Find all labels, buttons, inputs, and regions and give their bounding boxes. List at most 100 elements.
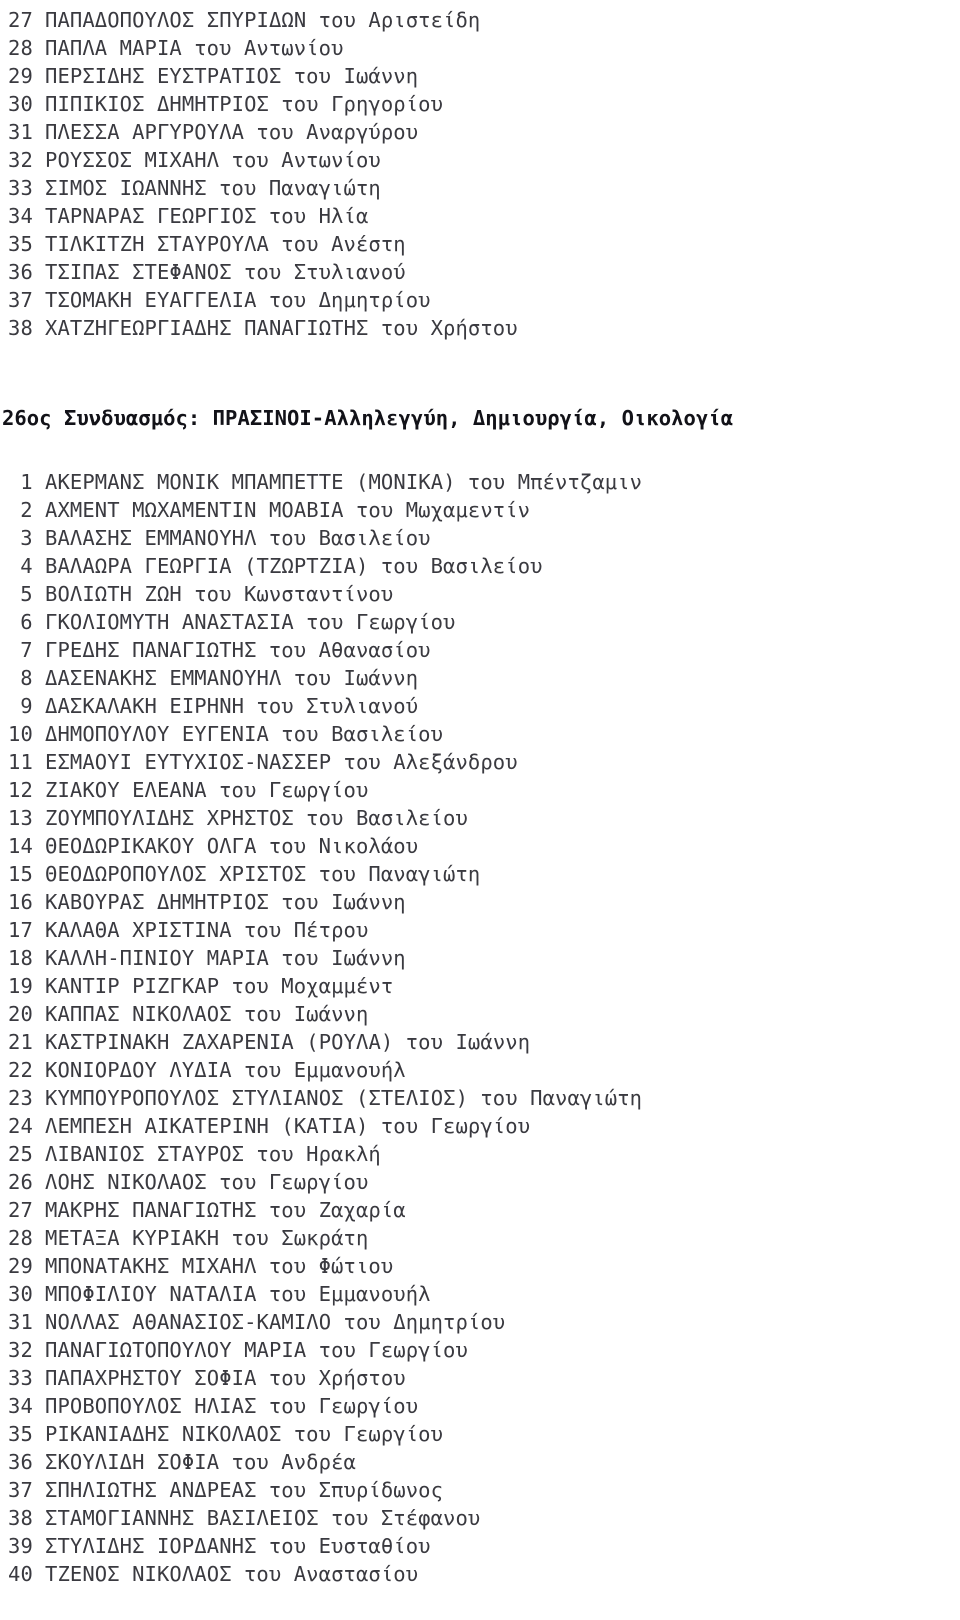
candidate-number: 31: [8, 1310, 33, 1334]
previous-combination-list: 27 ΠΑΠΑΔΟΠΟΥΛΟΣ ΣΠΥΡΙΔΩΝ του Αριστείδη 28…: [0, 6, 960, 342]
name-patronymic-separator: [393, 1028, 405, 1056]
column-separator: [33, 664, 45, 692]
candidate-name: ΤΣΙΠΑΣ ΣΤΕΦΑΝΟΣ: [45, 260, 232, 284]
candidate-name: ΛΟΗΣ ΝΙΚΟΛΑΟΣ: [45, 1170, 207, 1194]
name-patronymic-separator: [244, 118, 256, 146]
candidate-name: ΧΑΤΖΗΓΕΩΡΓΙΑΔΗΣ ΠΑΝΑΓΙΩΤΗΣ: [45, 316, 369, 340]
column-separator: [33, 90, 45, 118]
candidate-number: 29: [8, 1254, 33, 1278]
candidate-name: ΛΙΒΑΝΙΟΣ ΣΤΑΥΡΟΣ: [45, 1142, 245, 1166]
candidate-row: 29 ΠΕΡΣΙΔΗΣ ΕΥΣΤΡΑΤΙΟΣ του Ιωάννη: [0, 62, 960, 90]
column-separator: [33, 580, 45, 608]
candidate-row: 2 ΑΧΜΕΝΤ ΜΩΧΑΜΕΝΤΙΝ ΜΟΑΒΙΑ του Μωχαμεντί…: [0, 496, 960, 524]
candidate-number: 39: [8, 1534, 33, 1558]
candidate-row: 1 ΑΚΕΡΜΑΝΣ ΜΟΝΙΚ ΜΠΑΜΠΕΤΤΕ (ΜΟΝΙΚΑ) του …: [0, 468, 960, 496]
candidate-number: 38: [8, 316, 33, 340]
column-separator: [33, 1224, 45, 1252]
candidate-patronymic: του Βασιλείου: [268, 526, 431, 550]
candidate-number: 33: [8, 1366, 33, 1390]
name-patronymic-separator: [269, 944, 281, 972]
candidate-name: ΘΕΟΔΩΡΙΚΑΚΟΥ ΟΛΓΑ: [45, 834, 257, 858]
candidate-row: 34 ΤΑΡΝΑΡΑΣ ΓΕΩΡΓΙΟΣ του Ηλία: [0, 202, 960, 230]
name-patronymic-separator: [294, 608, 306, 636]
candidate-row: 26 ΛΟΗΣ ΝΙΚΟΛΑΟΣ του Γεωργίου: [0, 1168, 960, 1196]
candidate-name: ΣΤΥΛΙΔΗΣ ΙΟΡΔΑΝΗΣ: [45, 1534, 257, 1558]
name-patronymic-separator: [257, 1364, 269, 1392]
column-separator: [33, 174, 45, 202]
name-patronymic-separator: [207, 776, 219, 804]
name-patronymic-separator: [257, 1532, 269, 1560]
candidate-row: 6 ΓΚΟΛΙΟΜΥΤΗ ΑΝΑΣΤΑΣΙΑ του Γεωργίου: [0, 608, 960, 636]
candidate-number: 26: [8, 1170, 33, 1194]
candidate-name: ΣΙΜΟΣ ΙΩΑΝΝΗΣ: [45, 176, 207, 200]
name-patronymic-separator: [269, 230, 281, 258]
column-separator: [33, 202, 45, 230]
candidate-row: 30 ΠΙΠΙΚΙΟΣ ΔΗΜΗΤΡΙΟΣ του Γρηγορίου: [0, 90, 960, 118]
name-patronymic-separator: [182, 34, 194, 62]
candidate-number: 11: [8, 750, 33, 774]
name-patronymic-separator: [219, 146, 231, 174]
candidate-name: ΡΙΚΑΝΙΑΔΗΣ ΝΙΚΟΛΑΟΣ: [45, 1422, 282, 1446]
candidate-name: ΓΡΕΔΗΣ ΠΑΝΑΓΙΩΤΗΣ: [45, 638, 257, 662]
candidate-row: 15 ΘΕΟΔΩΡΟΠΟΥΛΟΣ ΧΡΙΣΤΟΣ του Παναγιώτη: [0, 860, 960, 888]
name-patronymic-separator: [232, 1000, 244, 1028]
candidate-patronymic: του Στυλιανού: [243, 260, 406, 284]
name-patronymic-separator: [182, 580, 194, 608]
candidate-name: ΘΕΟΔΩΡΟΠΟΥΛΟΣ ΧΡΙΣΤΟΣ: [45, 862, 307, 886]
candidate-patronymic: του Γεωργίου: [306, 610, 456, 634]
candidate-name: ΚΑΛΑΘΑ ΧΡΙΣΤΙΝΑ: [45, 918, 232, 942]
candidate-row: 18 ΚΑΛΛΗ-ΠΙΝΙΟΥ ΜΑΡΙΑ του Ιωάννη: [0, 944, 960, 972]
candidate-patronymic: του Γεωργίου: [380, 1114, 531, 1138]
candidate-number: 33: [8, 176, 33, 200]
name-patronymic-separator: [269, 720, 281, 748]
column-separator: [33, 1420, 45, 1448]
section-heading-combination-26: 26ος Συνδυασμός: ΠΡΑΣΙΝΟΙ-Αλληλεγγύη, Δη…: [2, 406, 734, 430]
candidate-number: 38: [8, 1506, 33, 1530]
candidate-number: 18: [8, 946, 33, 970]
name-patronymic-separator: [331, 748, 343, 776]
column-separator: [33, 1392, 45, 1420]
candidate-patronymic: του Στυλιανού: [256, 694, 419, 718]
candidate-name: ΚΑΣΤΡΙΝΑΚΗ ΖΑΧΑΡΕΝΙΑ (ΡΟΥΛΑ): [45, 1030, 394, 1054]
column-separator: [33, 6, 45, 34]
candidate-number: 7: [20, 638, 33, 662]
candidate-number: 40: [8, 1562, 33, 1586]
candidate-patronymic: του Κωνσταντίνου: [194, 582, 394, 606]
name-patronymic-separator: [257, 202, 269, 230]
candidate-row: 39 ΣΤΥΛΙΔΗΣ ΙΟΡΔΑΝΗΣ του Ευσταθίου: [0, 1532, 960, 1560]
column-separator: [33, 1252, 45, 1280]
candidate-row: 21 ΚΑΣΤΡΙΝΑΚΗ ΖΑΧΑΡΕΝΙΑ (ΡΟΥΛΑ) του Ιωάν…: [0, 1028, 960, 1056]
column-separator: [33, 62, 45, 90]
candidate-row: 23 ΚΥΜΠΟΥΡΟΠΟΥΛΟΣ ΣΤΥΛΙΑΝΟΣ (ΣΤΕΛΙΟΣ) το…: [0, 1084, 960, 1112]
candidate-patronymic: του Ιωάννη: [405, 1030, 531, 1054]
candidate-row: 37 ΣΠΗΛΙΩΤΗΣ ΑΝΔΡΕΑΣ του Σπυρίδωνος: [0, 1476, 960, 1504]
candidate-row: 22 ΚΟΝΙΟΡΔΟΥ ΛΥΔΙΑ του Εμμανουήλ: [0, 1056, 960, 1084]
candidate-row: 3 ΒΑΛΑΣΗΣ ΕΜΜΑΝΟΥΗΛ του Βασιλείου: [0, 524, 960, 552]
candidate-number: 30: [8, 1282, 33, 1306]
candidate-patronymic: του Αλεξάνδρου: [343, 750, 518, 774]
candidate-number: 28: [8, 36, 33, 60]
candidate-name: ΤΑΡΝΑΡΑΣ ΓΕΩΡΓΙΟΣ: [45, 204, 257, 228]
column-separator: [33, 832, 45, 860]
candidate-row: 27 ΠΑΠΑΔΟΠΟΥΛΟΣ ΣΠΥΡΙΔΩΝ του Αριστείδη: [0, 6, 960, 34]
column-separator: [33, 1560, 45, 1588]
candidate-patronymic: του Ανδρέα: [231, 1450, 356, 1474]
candidate-number: 22: [8, 1058, 33, 1082]
candidate-patronymic: του Ευσταθίου: [268, 1534, 431, 1558]
candidate-number: 4: [20, 554, 33, 578]
candidate-row: 37 ΤΣΟΜΑΚΗ ΕΥΑΓΓΕΛΙΑ του Δημητρίου: [0, 286, 960, 314]
name-patronymic-separator: [219, 972, 231, 1000]
candidate-row: 35 ΡΙΚΑΝΙΑΔΗΣ ΝΙΚΟΛΑΟΣ του Γεωργίου: [0, 1420, 960, 1448]
candidate-name: ΜΠΟΝΑΤΑΚΗΣ ΜΙΧΑΗΛ: [45, 1254, 257, 1278]
candidate-row: 36 ΣΚΟΥΛΙΔΗ ΣΟΦΙΑ του Ανδρέα: [0, 1448, 960, 1476]
candidate-patronymic: του Εμμανουήλ: [268, 1282, 431, 1306]
candidate-name: ΣΤΑΜΟΓΙΑΝΝΗΣ ΒΑΣΙΛΕΙΟΣ: [45, 1506, 319, 1530]
document-page: 27 ΠΑΠΑΔΟΠΟΥΛΟΣ ΣΠΥΡΙΔΩΝ του Αριστείδη 28…: [0, 0, 960, 1620]
candidate-number: 13: [8, 806, 33, 830]
candidate-patronymic: του Γρηγορίου: [281, 92, 444, 116]
candidate-name: ΛΕΜΠΕΣΗ ΑΙΚΑΤΕΡΙΝΗ (ΚΑΤΙΑ): [45, 1114, 369, 1138]
spacer-before-heading: [0, 342, 960, 404]
candidate-patronymic: του Νικολάου: [268, 834, 419, 858]
candidate-number: 32: [8, 148, 33, 172]
candidate-name: ΖΙΑΚΟΥ ΕΛΕΑΝΑ: [45, 778, 207, 802]
